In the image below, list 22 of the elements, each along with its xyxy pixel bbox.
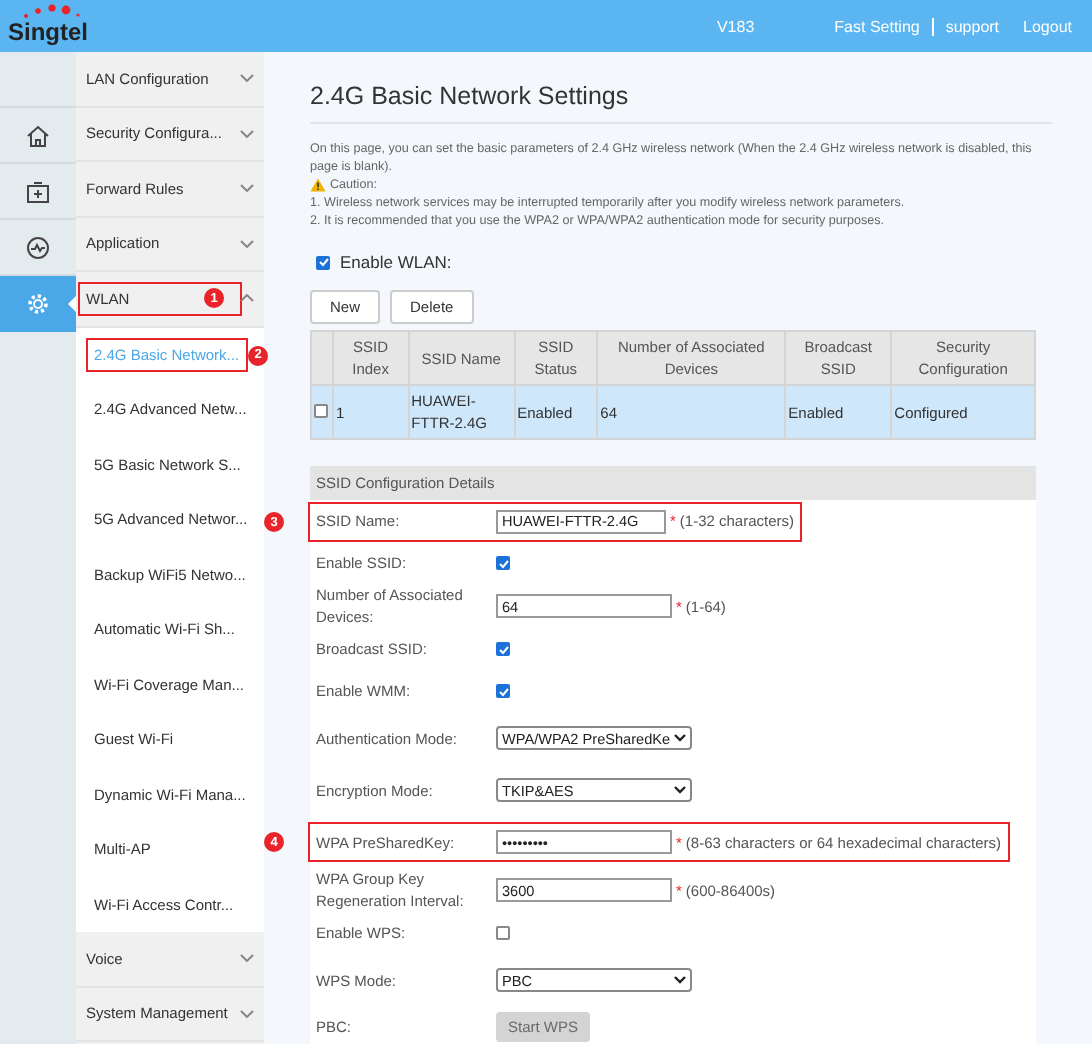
caret-icon bbox=[674, 734, 686, 742]
settings-icon[interactable] bbox=[26, 292, 50, 316]
chevron-down-icon bbox=[240, 184, 254, 193]
chevron-down-icon bbox=[240, 74, 254, 83]
page-title: 2.4G Basic Network Settings bbox=[310, 82, 1052, 124]
caret-icon bbox=[674, 786, 686, 794]
row-checkbox[interactable] bbox=[314, 403, 328, 417]
chevron-down-icon bbox=[240, 239, 254, 248]
home-icon[interactable] bbox=[26, 123, 50, 147]
chevron-down-icon bbox=[240, 129, 254, 138]
firmware-version: V183 bbox=[716, 17, 755, 35]
gauge-icon[interactable] bbox=[26, 235, 50, 259]
plus-box-icon[interactable] bbox=[26, 179, 50, 203]
caret-icon bbox=[674, 976, 686, 984]
enable-wlan-checkbox[interactable] bbox=[316, 255, 330, 269]
warning-icon bbox=[310, 178, 326, 192]
chevron-down-icon bbox=[240, 1009, 254, 1018]
chevron-down-icon bbox=[240, 954, 254, 963]
singtel-logo: Singtel bbox=[8, 6, 89, 46]
enable-wlan-label: Enable WLAN: bbox=[340, 252, 452, 272]
field-checkbox[interactable] bbox=[496, 926, 510, 940]
chevron-up-icon bbox=[240, 294, 254, 303]
